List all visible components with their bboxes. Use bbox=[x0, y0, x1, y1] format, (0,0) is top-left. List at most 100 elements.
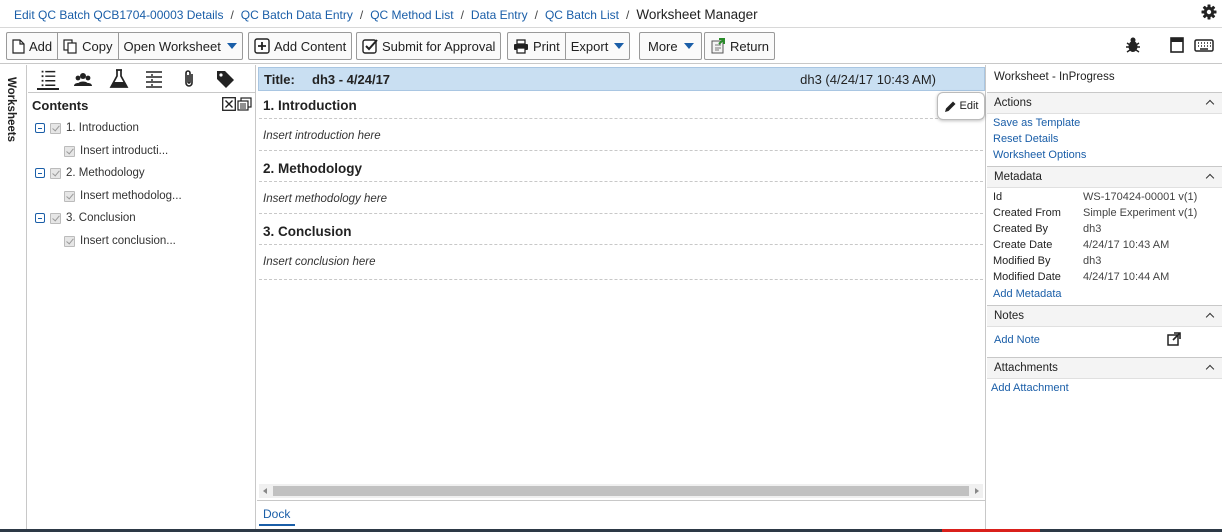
worksheet-button-group: Add Copy Open Worksheet bbox=[6, 32, 243, 60]
notes-title: Notes bbox=[994, 310, 1025, 322]
breadcrumb-link-data-entry[interactable]: Data Entry bbox=[471, 8, 528, 22]
add-attachment-link[interactable]: Add Attachment bbox=[991, 382, 1069, 394]
breadcrumb-link-edit-qc-batch[interactable]: Edit QC Batch QCB1704-00003 Details bbox=[14, 8, 223, 22]
worksheet-status: Worksheet - InProgress bbox=[994, 71, 1115, 83]
return-document-icon bbox=[711, 38, 725, 54]
tree-leaf-methodology[interactable]: Insert methodolog... bbox=[64, 187, 182, 205]
tree-leaf-introduction[interactable]: Insert introducti... bbox=[64, 142, 168, 160]
add-button-label: Add bbox=[29, 38, 53, 54]
paperclip-icon[interactable] bbox=[178, 68, 200, 90]
breadcrumb-link-qc-batch-data-entry[interactable]: QC Batch Data Entry bbox=[241, 8, 353, 22]
restore-windows-icon[interactable] bbox=[237, 97, 252, 111]
breadcrumb: Edit QC Batch QCB1704-00003 Details / QC B… bbox=[14, 7, 758, 22]
external-link-icon[interactable] bbox=[1167, 332, 1181, 346]
section-body-methodology[interactable]: Insert methodology here bbox=[263, 193, 387, 205]
actions-section-header[interactable]: Actions bbox=[987, 92, 1222, 114]
worksheet-document: Title: dh3 - 4/24/17 dh3 (4/24/17 10:43 … bbox=[257, 65, 986, 532]
more-dropdown[interactable]: More bbox=[640, 33, 701, 59]
list-tree-icon[interactable] bbox=[143, 68, 165, 90]
submit-for-approval-label: Submit for Approval bbox=[382, 38, 496, 54]
section-body-conclusion[interactable]: Insert conclusion here bbox=[263, 256, 376, 268]
collapse-node-icon[interactable] bbox=[35, 168, 45, 178]
section-body-introduction[interactable]: Insert introduction here bbox=[263, 130, 381, 142]
reset-details-link[interactable]: Reset Details bbox=[993, 133, 1058, 145]
export-dropdown[interactable]: Export bbox=[566, 33, 630, 59]
copy-button[interactable]: Copy bbox=[58, 33, 119, 59]
tree-leaf-conclusion[interactable]: Insert conclusion... bbox=[64, 232, 176, 250]
worksheet-details-panel: Worksheet - InProgress Actions Save as T… bbox=[987, 65, 1222, 532]
edit-button[interactable]: Edit bbox=[937, 92, 985, 120]
chevron-up-icon[interactable] bbox=[1205, 173, 1215, 183]
submit-for-approval-button[interactable]: Submit for Approval bbox=[357, 33, 500, 59]
toolbar: Add Copy Open Worksheet Add Content Subm… bbox=[0, 28, 1222, 64]
collapse-node-icon[interactable] bbox=[35, 123, 45, 133]
print-button[interactable]: Print bbox=[508, 33, 566, 59]
return-button-label: Return bbox=[730, 38, 770, 54]
metadata-section-header[interactable]: Metadata bbox=[987, 166, 1222, 188]
section-divider bbox=[259, 279, 983, 280]
copy-button-label: Copy bbox=[82, 38, 113, 54]
document-title-bar: Title: dh3 - 4/24/17 dh3 (4/24/17 10:43 … bbox=[258, 67, 985, 91]
worksheets-side-tab[interactable]: Worksheets bbox=[0, 65, 27, 532]
add-content-button[interactable]: Add Content bbox=[249, 33, 351, 59]
users-icon[interactable] bbox=[72, 68, 94, 90]
attachments-title: Attachments bbox=[994, 362, 1058, 374]
attachments-section-header[interactable]: Attachments bbox=[987, 357, 1222, 379]
add-button[interactable]: Add bbox=[7, 33, 59, 59]
scroll-right-arrow-icon[interactable] bbox=[975, 488, 979, 494]
metadata-key: Created From bbox=[993, 207, 1061, 219]
flask-icon[interactable] bbox=[108, 68, 130, 90]
tree-node-introduction[interactable]: 1. Introduction bbox=[35, 119, 139, 137]
left-panel-tabs bbox=[28, 65, 256, 93]
metadata-value: 4/24/17 10:44 AM bbox=[1083, 271, 1170, 283]
horizontal-scrollbar[interactable] bbox=[259, 484, 983, 498]
chevron-down-icon bbox=[226, 43, 237, 49]
return-button[interactable]: Return bbox=[705, 33, 774, 59]
return-group: Return bbox=[704, 32, 776, 60]
title-label: Title: bbox=[264, 72, 295, 87]
worksheet-options-link[interactable]: Worksheet Options bbox=[993, 149, 1086, 161]
gear-icon[interactable] bbox=[1201, 4, 1217, 20]
tree-leaf-label: Insert conclusion... bbox=[80, 235, 176, 247]
leaf-checkbox[interactable] bbox=[64, 190, 75, 202]
section-divider bbox=[259, 213, 983, 214]
breadcrumb-separator: / bbox=[534, 8, 538, 22]
checkbox-icon bbox=[362, 39, 378, 54]
scroll-left-arrow-icon[interactable] bbox=[263, 488, 267, 494]
breadcrumb-link-qc-method-list[interactable]: QC Method List bbox=[370, 8, 453, 22]
tree-node-conclusion[interactable]: 3. Conclusion bbox=[35, 209, 136, 227]
tree-node-methodology[interactable]: 2. Methodology bbox=[35, 164, 145, 182]
copy-icon bbox=[63, 38, 77, 54]
tags-icon[interactable] bbox=[214, 68, 236, 90]
leaf-checkbox[interactable] bbox=[64, 235, 75, 247]
document-author-timestamp: dh3 (4/24/17 10:43 AM) bbox=[800, 72, 936, 87]
save-as-template-link[interactable]: Save as Template bbox=[993, 117, 1080, 129]
leaf-checkbox[interactable] bbox=[64, 145, 75, 157]
keyboard-icon[interactable] bbox=[1194, 36, 1214, 54]
more-group: More bbox=[639, 32, 702, 60]
section-divider bbox=[259, 118, 983, 119]
chevron-up-icon[interactable] bbox=[1205, 364, 1215, 374]
add-note-link[interactable]: Add Note bbox=[994, 334, 1040, 346]
contents-list-icon[interactable] bbox=[37, 68, 59, 90]
tree-node-label: 1. Introduction bbox=[66, 122, 139, 134]
dock-bar: Dock bbox=[257, 500, 985, 532]
collapse-all-icon[interactable] bbox=[222, 97, 236, 111]
breadcrumb-separator: / bbox=[625, 8, 630, 22]
panel-layout-icon[interactable] bbox=[1168, 36, 1186, 54]
open-worksheet-dropdown[interactable]: Open Worksheet bbox=[119, 33, 242, 59]
node-checkbox[interactable] bbox=[50, 167, 61, 179]
contents-panel: Contents 1. Introduction Insert introduc… bbox=[28, 65, 256, 532]
actions-title: Actions bbox=[994, 97, 1032, 109]
scrollbar-thumb[interactable] bbox=[273, 486, 969, 496]
chevron-up-icon[interactable] bbox=[1205, 99, 1215, 109]
chevron-up-icon[interactable] bbox=[1205, 312, 1215, 322]
add-metadata-link[interactable]: Add Metadata bbox=[993, 288, 1062, 300]
breadcrumb-link-qc-batch-list[interactable]: QC Batch List bbox=[545, 8, 619, 22]
collapse-node-icon[interactable] bbox=[35, 213, 45, 223]
node-checkbox[interactable] bbox=[50, 122, 61, 134]
dock-tab[interactable]: Dock bbox=[263, 507, 290, 521]
notes-section-header[interactable]: Notes bbox=[987, 305, 1222, 327]
node-checkbox[interactable] bbox=[50, 212, 61, 224]
bug-icon[interactable] bbox=[1124, 36, 1142, 54]
